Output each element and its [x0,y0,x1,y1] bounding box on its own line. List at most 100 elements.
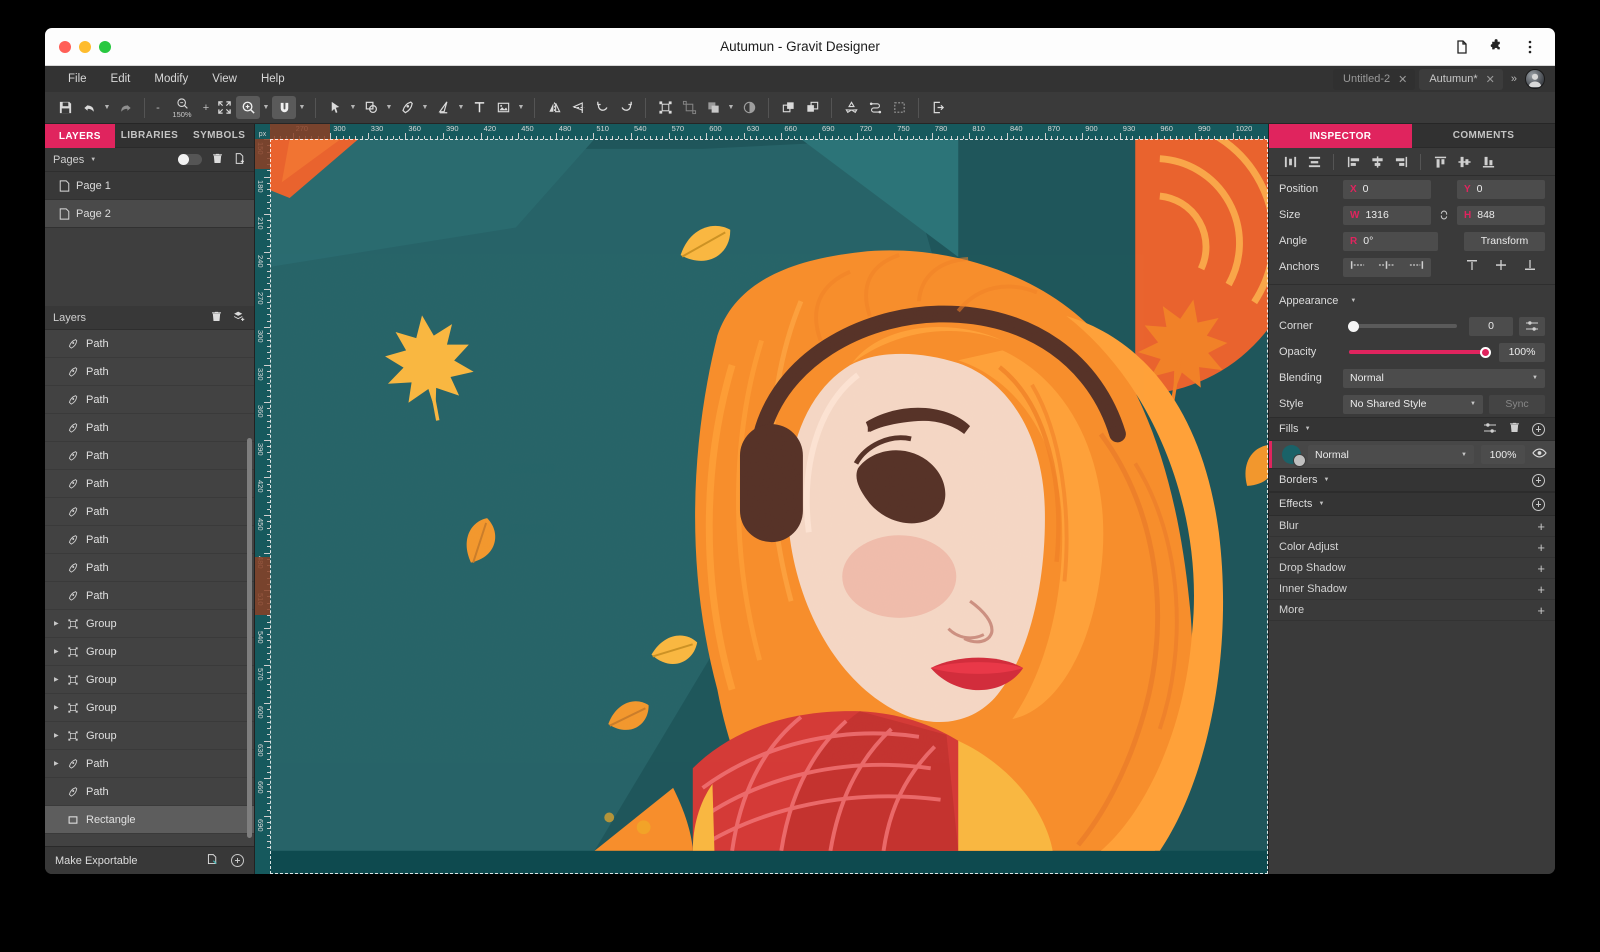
anchor-bottom-icon[interactable] [1523,258,1537,277]
layer-row-rectangle[interactable]: ▶Rectangle [45,806,254,834]
fit-screen-icon[interactable] [212,96,236,119]
layer-row[interactable]: ▶Path [45,778,254,806]
eye-icon[interactable] [1532,446,1547,464]
fill-opacity-value[interactable]: 100% [1481,445,1525,464]
chevron-down-icon[interactable]: ▼ [1318,501,1324,507]
size-width-input[interactable]: W 1316 [1343,206,1431,225]
anchor-left-icon[interactable] [1349,258,1366,276]
effect-row-drop-shadow[interactable]: Drop Shadow + [1269,558,1555,579]
add-effect-icon[interactable]: + [1537,582,1545,597]
align-bottom-icon[interactable] [1477,152,1499,172]
fill-item[interactable]: Normal ▼ 100% [1269,441,1555,468]
boolean-icon[interactable] [701,96,725,119]
layer-row[interactable]: ▶Path [45,582,254,610]
menu-edit[interactable]: Edit [101,70,141,88]
style-select[interactable]: No Shared Style ▼ [1343,395,1483,414]
layer-row[interactable]: ▶Path [45,414,254,442]
align-center-h-icon[interactable] [1366,152,1388,172]
chevron-down-icon[interactable]: ▼ [1305,426,1311,432]
horizontal-ruler[interactable]: 2402703003303603904204504805105405706006… [255,124,1268,139]
ungroup-icon[interactable] [677,96,701,119]
effect-row-color-adjust[interactable]: Color Adjust + [1269,537,1555,558]
layer-row[interactable]: ▶Group [45,638,254,666]
layer-row[interactable]: ▶Path [45,554,254,582]
close-tab-icon[interactable]: ✕ [1398,73,1407,86]
delete-page-icon[interactable] [211,152,224,168]
menu-view[interactable]: View [202,70,247,88]
close-tab-icon[interactable]: ✕ [1486,73,1495,86]
size-height-input[interactable]: H 848 [1457,206,1545,225]
vertical-ruler[interactable]: 1501802102402703003303603904204504805105… [255,139,270,874]
more-vertical-icon[interactable] [1521,38,1539,56]
undo-icon[interactable] [77,96,101,119]
fill-settings-icon[interactable] [1483,422,1497,437]
make-exportable-bar[interactable]: Make Exportable [45,846,254,874]
anchor-right-icon[interactable] [1408,258,1425,276]
layer-row[interactable]: ▶Path [45,750,254,778]
flip-horizontal-icon[interactable] [542,96,566,119]
layers-scrollbar[interactable] [247,438,252,838]
add-effect-icon[interactable]: + [1537,603,1545,618]
chevron-down-icon[interactable]: » [1507,73,1521,85]
send-backward-icon[interactable] [800,96,824,119]
slice-icon[interactable] [887,96,911,119]
sliders-icon[interactable] [1519,317,1545,336]
layer-row[interactable]: ▶Path [45,526,254,554]
layer-row[interactable]: ▶Group [45,666,254,694]
link-ratio-icon[interactable] [1437,208,1451,222]
add-effect-icon[interactable]: + [1537,519,1545,534]
pen-icon[interactable] [395,96,419,119]
add-effect-icon[interactable]: + [1537,540,1545,555]
angle-input[interactable]: R 0° [1343,232,1438,251]
layer-row[interactable]: ▶Path [45,358,254,386]
fill-add-icon[interactable] [1532,423,1545,436]
path-merge-icon[interactable] [839,96,863,119]
chevron-down-icon[interactable]: ▼ [1324,477,1330,483]
effect-row-blur[interactable]: Blur + [1269,516,1555,537]
add-page-icon[interactable] [233,152,246,168]
text-icon[interactable] [467,96,491,119]
fill-blend-select[interactable]: Normal ▼ [1308,445,1474,464]
minimize-window-button[interactable] [79,41,91,53]
blending-select[interactable]: Normal ▼ [1343,369,1545,388]
align-left-icon[interactable] [1342,152,1364,172]
appearance-header[interactable]: Appearance ▼ [1269,289,1555,313]
redo-icon[interactable] [113,96,137,119]
align-right-icon[interactable] [1390,152,1412,172]
canvas-viewport[interactable] [270,139,1268,874]
tab-comments[interactable]: COMMENTS [1412,124,1555,148]
pages-toggle[interactable] [178,154,202,165]
undo-caret-icon[interactable]: ▼ [101,96,113,119]
document-tab-untitled-2[interactable]: Untitled-2 ✕ [1333,69,1415,90]
layer-row[interactable]: ▶Group [45,694,254,722]
mask-icon[interactable] [737,96,761,119]
document-tab-autumun[interactable]: Autumun* ✕ [1419,69,1503,90]
distribute-horizontal-icon[interactable] [1279,152,1301,172]
rotate-cw-icon[interactable] [614,96,638,119]
export-icon[interactable] [926,96,950,119]
transform-button[interactable]: Transform [1464,232,1545,251]
layer-row[interactable]: ▶Path [45,330,254,358]
position-y-input[interactable]: Y 0 [1457,180,1545,199]
avatar[interactable] [1525,69,1545,89]
page-icon[interactable] [1453,38,1471,56]
extension-icon[interactable] [1487,38,1505,56]
layer-row[interactable]: ▶Group [45,722,254,750]
zoom-level-display[interactable]: 150% [164,97,200,118]
add-effect-icon[interactable]: + [1537,561,1545,576]
page-row[interactable]: Page 1 [45,172,254,200]
tab-libraries[interactable]: LIBRARIES [115,124,185,148]
boolean-caret-icon[interactable]: ▼ [725,96,737,119]
layer-row[interactable]: ▶Path [45,386,254,414]
corner-value[interactable]: 0 [1469,317,1513,336]
chevron-down-icon[interactable]: ▼ [1350,298,1356,304]
pointer-caret-icon[interactable]: ▼ [347,96,359,119]
delete-layer-icon[interactable] [210,310,223,326]
group-icon[interactable] [653,96,677,119]
canvas-area[interactable]: px 2402703003303603904204504805105405706… [255,124,1268,874]
export-settings-icon[interactable] [206,853,219,869]
rotate-ccw-icon[interactable] [590,96,614,119]
fill-color-swatch[interactable] [1282,445,1301,464]
tab-symbols[interactable]: SYMBOLS [184,124,254,148]
layer-row[interactable]: ▶Group [45,610,254,638]
